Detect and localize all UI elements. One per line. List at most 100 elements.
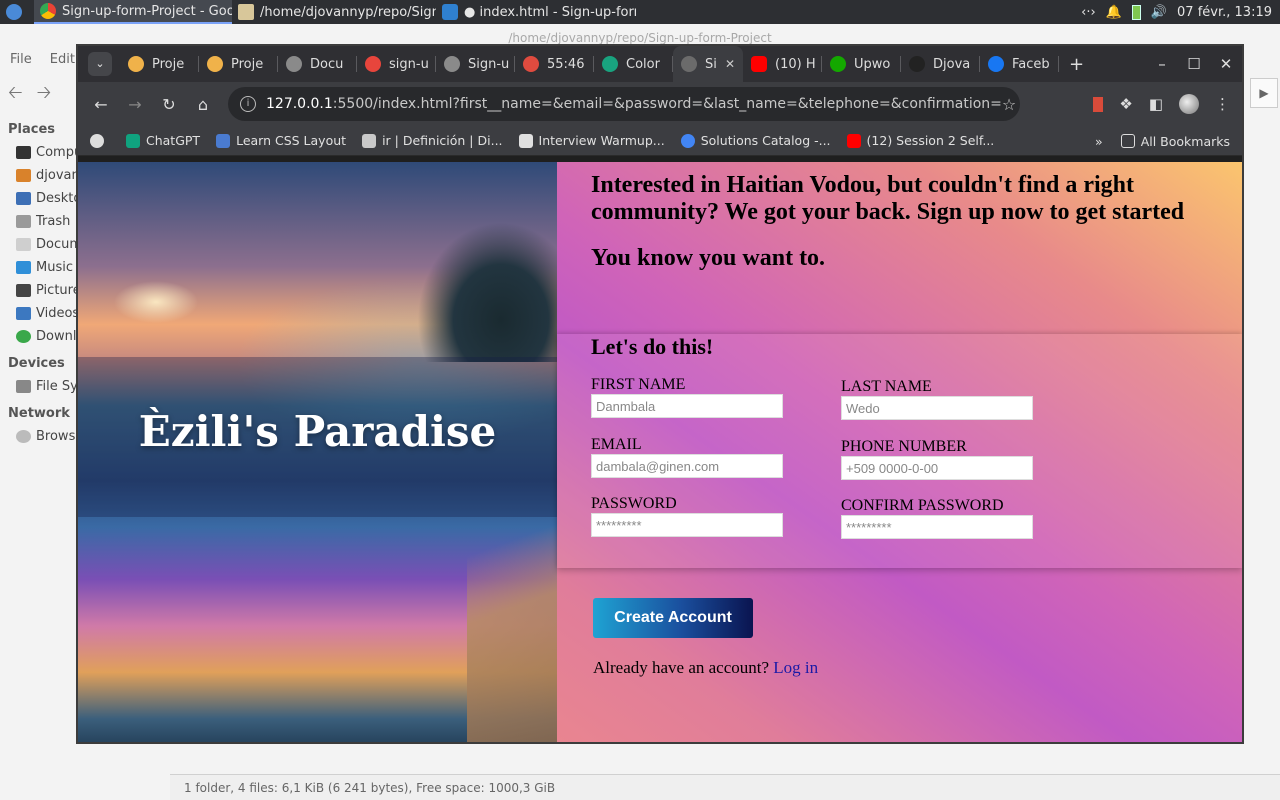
bookmark-definicion[interactable]: ir | Definición | Di... [362, 133, 503, 148]
battery-icon[interactable] [1131, 4, 1141, 20]
place-trash[interactable]: Trash [0, 210, 76, 233]
tab-3[interactable]: sign-u [357, 46, 436, 82]
tab-4[interactable]: Sign-u [436, 46, 515, 82]
first-name-label: FIRST NAME [591, 376, 686, 393]
place-videos[interactable]: Videos [0, 302, 79, 325]
last-name-input[interactable] [841, 396, 1033, 420]
bookmark-extension-icon[interactable] [1093, 96, 1104, 112]
all-bookmarks-button[interactable]: All Bookmarks [1120, 134, 1230, 149]
back-icon[interactable]: ← [84, 95, 118, 114]
profile-avatar[interactable] [1179, 94, 1199, 114]
bookmark-chatgpt[interactable]: ChatGPT [126, 133, 200, 148]
system-tray: ‹·› 🔔 🔊 07 févr., 13:19 [1081, 4, 1280, 20]
taskbar-item-vscode[interactable]: ● index.html - Sign-up-form-... [436, 0, 636, 24]
login-link[interactable]: Log in [773, 658, 818, 677]
device-filesystem[interactable]: File Sys [0, 375, 85, 398]
drive-icon [16, 380, 31, 393]
new-tab-plus-icon[interactable]: + [1069, 54, 1084, 75]
tab-close-icon[interactable]: ✕ [725, 57, 735, 71]
side-panel-icon[interactable]: ◧ [1149, 95, 1163, 113]
network-browse[interactable]: Browse [0, 425, 83, 448]
tab-0[interactable]: Proje [120, 46, 199, 82]
confirm-password-input[interactable] [841, 515, 1033, 539]
menu-file[interactable]: File [10, 52, 32, 76]
place-music[interactable]: Music [0, 256, 76, 279]
home-icon [16, 169, 31, 182]
tab-search-chevron-icon[interactable]: ⌄ [88, 52, 112, 76]
app-menu-button[interactable] [0, 0, 34, 24]
tagline: You know you want to. [591, 245, 826, 271]
tab-6[interactable]: Color [594, 46, 673, 82]
network-icon [16, 430, 31, 443]
site-info-icon[interactable]: i [240, 96, 256, 112]
menu-edit[interactable]: Edit [50, 52, 75, 76]
tab-11[interactable]: Faceb [980, 46, 1059, 82]
vscode-icon [442, 4, 458, 20]
clock[interactable]: 07 févr., 13:19 [1177, 5, 1272, 20]
extensions-puzzle-icon[interactable]: ❖ [1119, 95, 1132, 113]
back-arrow-icon[interactable]: 🡠 [8, 80, 23, 110]
tab-active[interactable]: Si ✕ [673, 46, 743, 82]
bookmark-star-icon[interactable]: ☆ [1002, 95, 1016, 114]
email-input[interactable] [591, 454, 783, 478]
password-input[interactable] [591, 513, 783, 537]
dictionary-icon [362, 133, 377, 148]
forward-icon[interactable]: → [118, 95, 152, 114]
taskbar-item-file-manager[interactable]: /home/djovannyp/repo/Sign... [232, 0, 436, 24]
chrome-icon [40, 3, 56, 19]
bookmark-solutions-catalog[interactable]: Solutions Catalog -... [680, 133, 831, 148]
videos-icon [16, 307, 31, 320]
more-menu-icon[interactable]: ⋮ [1215, 95, 1230, 113]
first-name-input[interactable] [591, 394, 783, 418]
last-name-group: LAST NAME [841, 378, 1033, 420]
network-arrows-icon[interactable]: ‹·› [1081, 5, 1096, 20]
place-downloads[interactable]: Downlo [0, 325, 84, 348]
place-pictures[interactable]: Picture [0, 279, 81, 302]
minimize-icon[interactable]: – [1146, 55, 1178, 73]
home-icon[interactable]: ⌂ [186, 95, 220, 114]
close-window-icon[interactable]: ✕ [1210, 55, 1242, 73]
tab-favicon [751, 56, 767, 72]
place-home[interactable]: djovann [0, 164, 88, 187]
bookmark-learn-css[interactable]: Learn CSS Layout [216, 133, 346, 148]
maximize-icon[interactable]: ☐ [1178, 55, 1210, 73]
place-computer[interactable]: Compu [0, 141, 82, 164]
devices-header: Devices [8, 356, 65, 371]
pictures-icon [16, 284, 31, 297]
apps-globe-icon[interactable] [90, 133, 110, 148]
forward-arrow-icon[interactable]: 🡢 [37, 80, 52, 110]
tab-favicon [365, 56, 381, 72]
create-account-button[interactable]: Create Account [593, 598, 753, 638]
bookmark-session-2[interactable]: (12) Session 2 Self... [846, 133, 994, 148]
tab-favicon [207, 56, 223, 72]
document-icon [518, 133, 533, 148]
last-name-label: LAST NAME [841, 378, 932, 395]
form-title: Let's do this! [591, 334, 714, 359]
bookmark-interview-warmup[interactable]: Interview Warmup... [518, 133, 665, 148]
place-documents[interactable]: Docum [0, 233, 82, 256]
address-bar[interactable]: i 127.0.0.1:5500/index.html?first__name=… [228, 87, 1020, 121]
tab-5[interactable]: 55:46 [515, 46, 594, 82]
more-bookmarks-chevron-icon[interactable]: » [1095, 134, 1103, 149]
intro-heading: Interested in Haitian Vodou, but couldn'… [591, 172, 1185, 225]
tab-9[interactable]: Upwo [822, 46, 901, 82]
password-group: PASSWORD [591, 495, 783, 537]
volume-icon[interactable]: 🔊 [1151, 5, 1167, 20]
taskbar-item-chrome[interactable]: Sign-up-form-Project - Goog... [34, 0, 232, 24]
reload-icon[interactable]: ↻ [152, 95, 186, 114]
css-layout-icon [216, 133, 231, 148]
place-desktop[interactable]: Deskto [0, 187, 81, 210]
first-name-group: FIRST NAME [591, 376, 783, 418]
xfce-mouse-icon [6, 4, 22, 20]
tab-8[interactable]: (10) H [743, 46, 822, 82]
notification-bell-icon[interactable]: 🔔 [1106, 5, 1122, 20]
tab-favicon [444, 56, 460, 72]
path-scroll-right-icon[interactable]: ▶ [1250, 78, 1278, 108]
tab-favicon [909, 56, 925, 72]
phone-label: PHONE NUMBER [841, 438, 967, 455]
computer-icon [16, 146, 31, 159]
tab-1[interactable]: Proje [199, 46, 278, 82]
tab-2[interactable]: Docu [278, 46, 357, 82]
phone-input[interactable] [841, 456, 1033, 480]
tab-10[interactable]: Djova [901, 46, 980, 82]
